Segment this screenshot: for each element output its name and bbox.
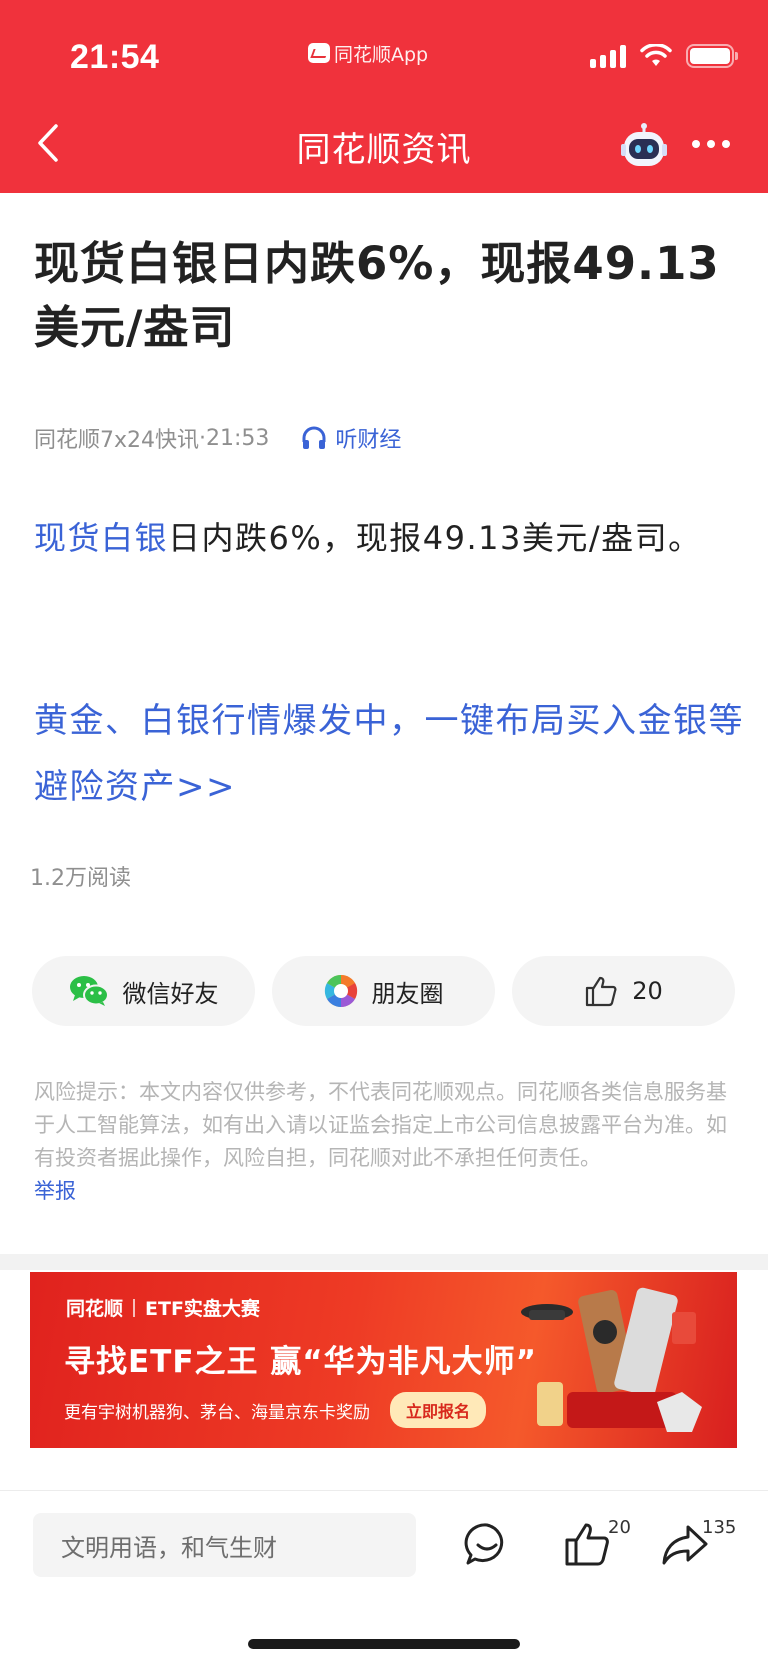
- status-app-label[interactable]: 同花顺App: [308, 40, 428, 66]
- report-link[interactable]: 举报: [34, 1179, 76, 1203]
- stock-link[interactable]: 现货白银: [34, 519, 168, 557]
- banner-brand-name: 同花顺: [66, 1298, 124, 1320]
- article-meta: 同花顺7x24快讯 · 21:53 听财经: [34, 422, 401, 454]
- prize-illustration-icon: [521, 1287, 702, 1432]
- share-wechat-button[interactable]: 微信好友: [32, 956, 255, 1026]
- read-count: 1.2万阅读: [30, 866, 131, 891]
- status-app-text: 同花顺App: [334, 43, 429, 66]
- bottom-share-count: 135: [702, 1517, 737, 1538]
- listen-button[interactable]: 听财经: [301, 422, 401, 454]
- headphones-icon: [302, 426, 326, 449]
- home-indicator: [248, 1639, 520, 1649]
- article-source[interactable]: 同花顺7x24快讯: [34, 422, 199, 454]
- battery-icon: [686, 44, 738, 68]
- thumbs-up-icon: [586, 976, 617, 1007]
- meta-separator: ·: [199, 425, 207, 451]
- section-divider: [0, 1254, 768, 1270]
- promo-link[interactable]: 黄金、白银行情爆发中，一键布局买入金银等避险资产>>: [34, 688, 744, 820]
- wifi-icon: [640, 44, 672, 66]
- wechat-icon: [69, 976, 109, 1006]
- banner-signup-button[interactable]: 立即报名: [390, 1392, 487, 1428]
- like-icon[interactable]: [562, 1519, 612, 1569]
- cellular-signal-icon: [590, 44, 626, 68]
- comment-input[interactable]: 文明用语，和气生财: [33, 1513, 416, 1577]
- share-wechat-label: 微信好友: [122, 979, 219, 1008]
- article-time: 21:53: [206, 425, 270, 451]
- article-title: 现货白银日内跌6%，现报49.13美元/盎司: [34, 237, 720, 354]
- banner-subline-row: 更有宇树机器狗、茅台、海量京东卡奖励 立即报名: [64, 1392, 487, 1428]
- body-text: 日内跌6%，现报49.13美元/盎司。: [168, 519, 702, 557]
- moments-icon: [324, 974, 357, 1008]
- banner-divider: [133, 1298, 136, 1317]
- more-options-icon[interactable]: [692, 140, 730, 148]
- article-body: 现货白银日内跌6%，现报49.13美元/盎司。: [34, 505, 744, 571]
- like-count: 20: [632, 977, 663, 1005]
- share-row: 微信好友 朋友圈 20: [32, 956, 735, 1026]
- banner-subline: 更有宇树机器狗、茅台、海量京东卡奖励: [64, 1402, 370, 1423]
- header-bar: 21:54 同花顺App 同花顺资讯: [0, 0, 768, 193]
- share-moments-label: 朋友圈: [371, 979, 444, 1008]
- risk-text: 风险提示：本文内容仅供参考，不代表同花顺观点。同花顺各类信息服务基于人工智能算法…: [34, 1080, 727, 1170]
- bottom-action-bar: 文明用语，和气生财 20 135: [0, 1490, 768, 1664]
- ad-banner[interactable]: 同花顺 ETF实盘大赛 寻找ETF之王 赢“华为非凡大师” 更有宇树机器狗、茅台…: [30, 1272, 737, 1448]
- status-icons: [590, 44, 738, 68]
- comment-icon[interactable]: [462, 1519, 512, 1569]
- like-button[interactable]: 20: [512, 956, 735, 1026]
- listen-label: 听财经: [335, 428, 402, 453]
- banner-event: ETF实盘大赛: [145, 1298, 260, 1320]
- risk-disclaimer: 风险提示：本文内容仅供参考，不代表同花顺观点。同花顺各类信息服务基于人工智能算法…: [34, 1076, 740, 1208]
- banner-brand: 同花顺 ETF实盘大赛: [66, 1294, 260, 1321]
- app-logo-icon: [308, 43, 330, 63]
- robot-assistant-icon[interactable]: [618, 122, 670, 172]
- banner-headline: 寻找ETF之王 赢“华为非凡大师”: [64, 1344, 538, 1380]
- status-time: 21:54: [70, 38, 160, 76]
- share-moments-button[interactable]: 朋友圈: [272, 956, 495, 1026]
- bottom-like-count: 20: [608, 1517, 631, 1538]
